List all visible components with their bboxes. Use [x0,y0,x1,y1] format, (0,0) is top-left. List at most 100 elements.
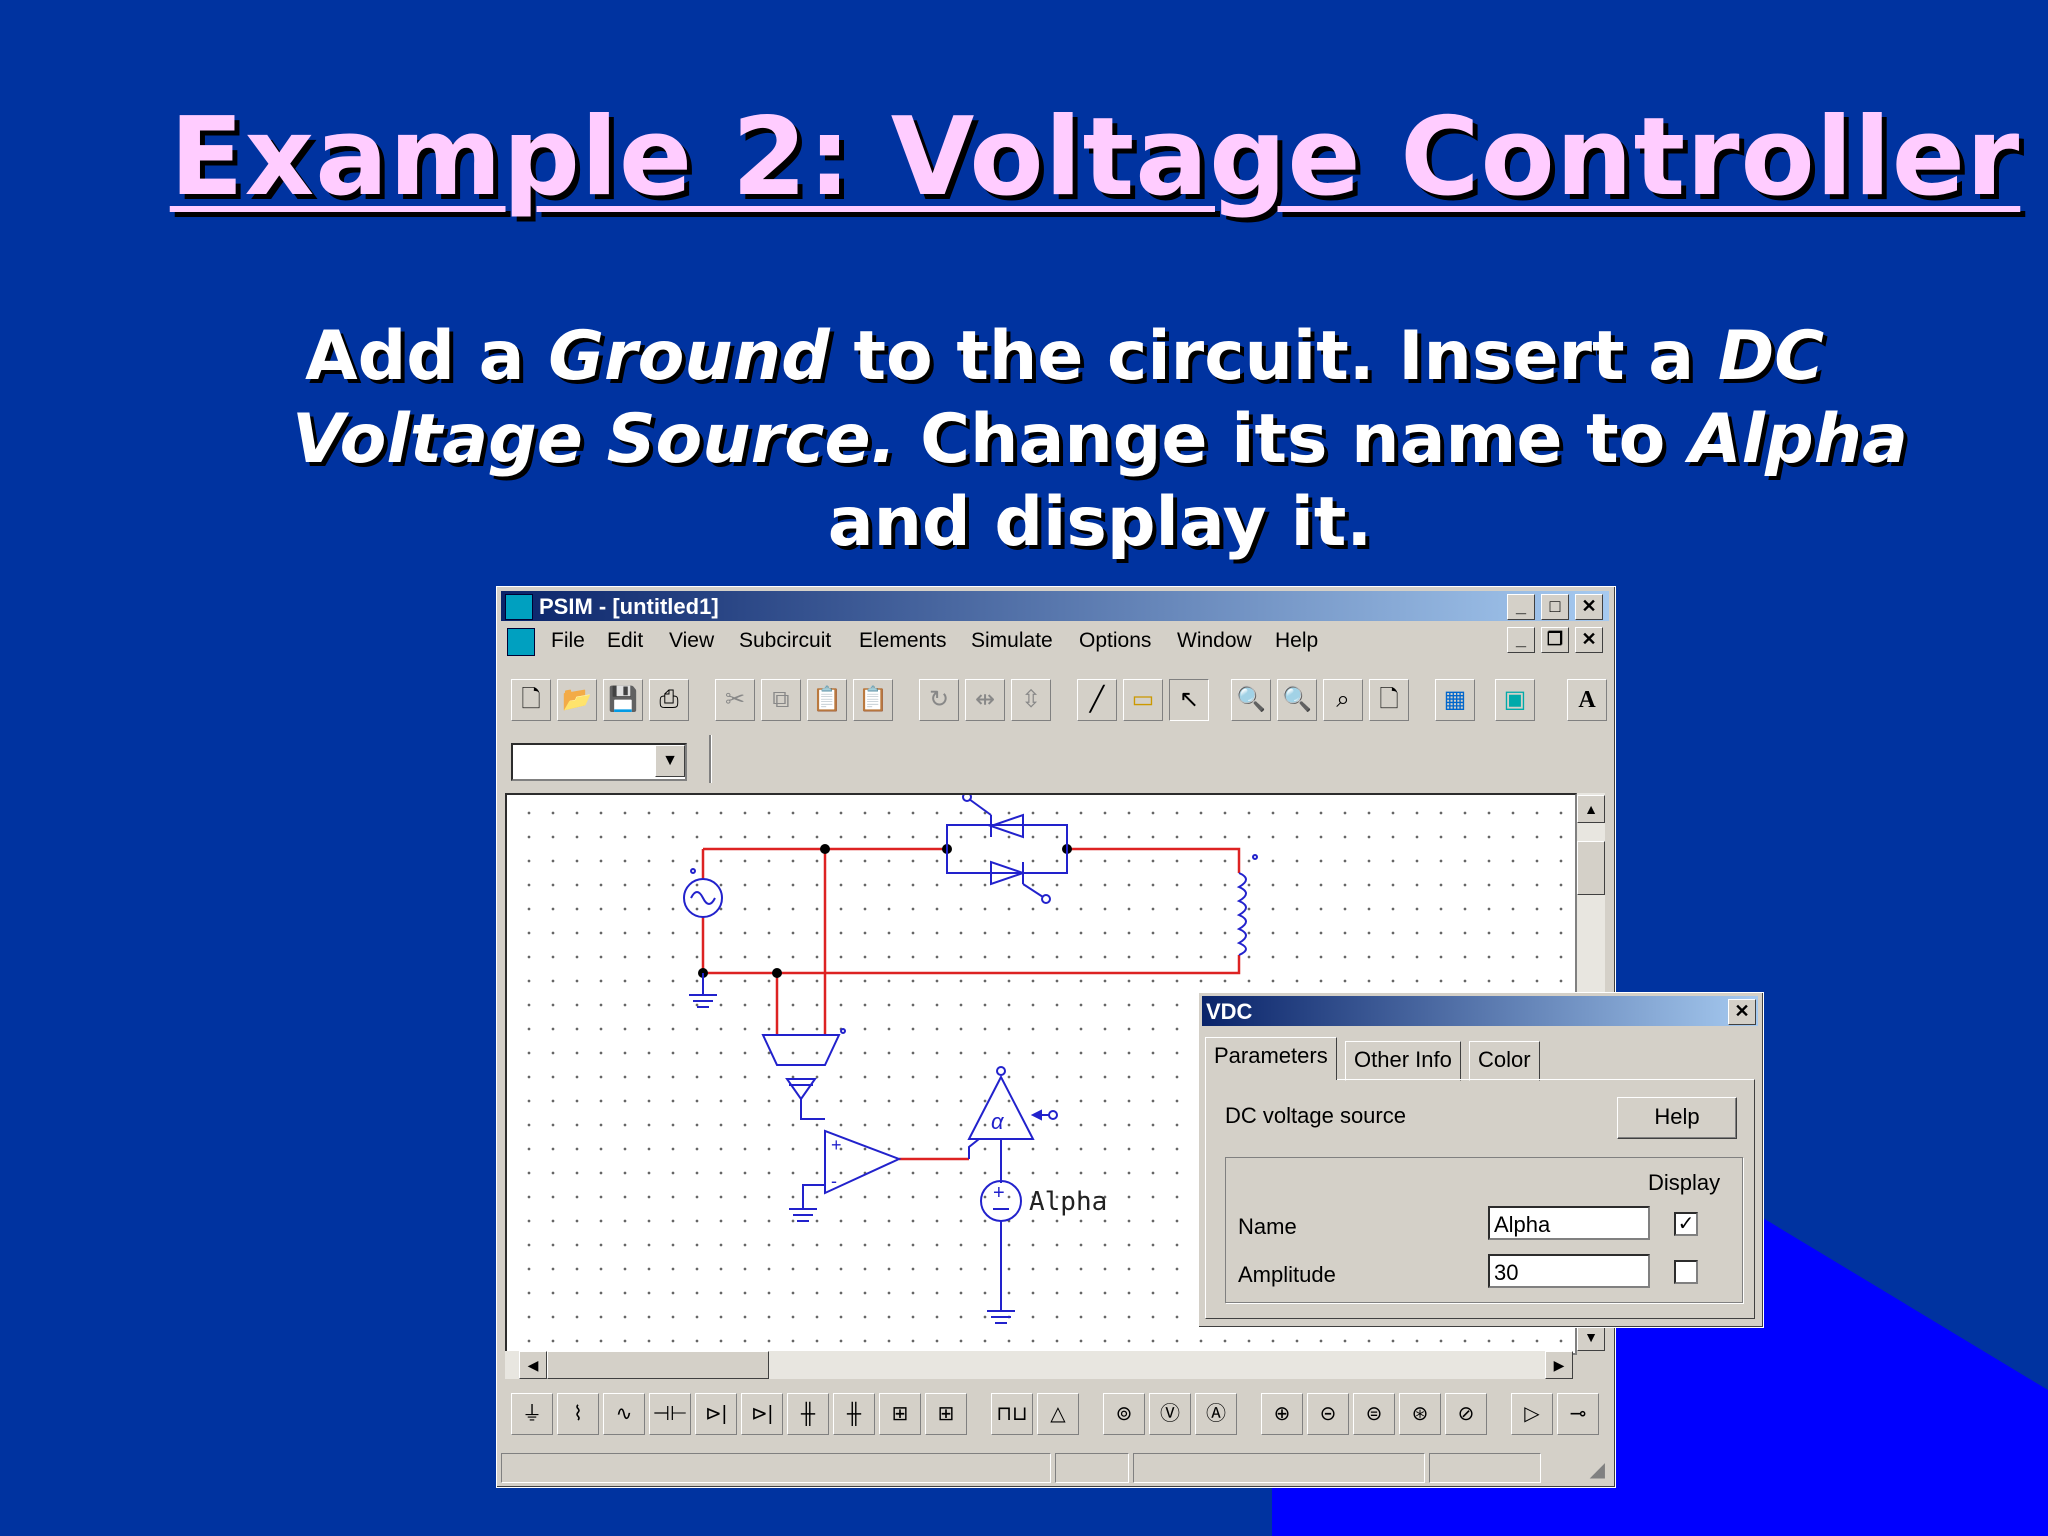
doc-minimize-button[interactable]: _ [1507,627,1535,653]
sensor-icon[interactable]: △ [1037,1393,1079,1435]
doc-close-button[interactable]: ✕ [1575,627,1603,653]
element-combo[interactable]: ▼ [511,743,687,781]
mosfet-icon[interactable]: ╫ [787,1393,829,1435]
tab-color[interactable]: Color [1469,1041,1540,1081]
capacitor-icon[interactable]: ⊣⊢ [649,1393,691,1435]
clipboard-icon[interactable]: 📋 [853,679,893,721]
cut-icon[interactable]: ✂ [715,679,755,721]
divider [709,735,712,783]
select-pointer-icon[interactable]: ↖ [1169,679,1209,721]
page-icon[interactable]: 🗋 [1369,679,1409,721]
tab-other-info[interactable]: Other Info [1345,1041,1461,1081]
horizontal-scrollbar[interactable]: ◀ ▶ [505,1351,1573,1379]
copy-icon[interactable]: ⧉ [761,679,801,721]
menu-bar: File Edit View Subcircuit Elements Simul… [501,625,1609,657]
component-label-alpha[interactable]: Alpha [1029,1187,1107,1217]
rotate-icon[interactable]: ↻ [919,679,959,721]
save-icon[interactable]: 💾 [603,679,643,721]
zoom-out-icon[interactable]: 🔍 [1277,679,1317,721]
main-toolbar: 🗋 📂 💾 ⎙ ✂ ⧉ 📋 📋 ↻ ⇹ ⇳ ╱ ▭ ↖ 🔍 🔍 ⌕ 🗋 ▦ ▣ … [501,677,1609,721]
resize-grip-icon[interactable]: ◢ [1590,1457,1605,1482]
name-label: Name [1238,1214,1297,1239]
flip-tb-icon[interactable]: ⇳ [1011,679,1051,721]
new-file-icon[interactable]: 🗋 [511,679,551,721]
switch-module-icon[interactable]: ⊞ [879,1393,921,1435]
ground-icon[interactable]: ⏚ [511,1393,553,1435]
psim-app-icon [505,594,533,620]
horizontal-scroll-thumb[interactable] [547,1351,769,1379]
chevron-down-icon[interactable]: ▼ [655,745,685,777]
flip-lr-icon[interactable]: ⇹ [965,679,1005,721]
scroll-right-icon[interactable]: ▶ [1545,1351,1573,1379]
scroll-up-icon[interactable]: ▲ [1577,795,1605,823]
op-amp-icon[interactable]: ▷ [1511,1393,1553,1435]
vertical-scroll-thumb[interactable] [1577,841,1605,895]
thyristor-icon[interactable]: ⊳| [741,1393,783,1435]
menu-window[interactable]: Window [1177,629,1252,653]
menu-simulate[interactable]: Simulate [971,629,1053,653]
tab-parameters[interactable]: Parameters [1205,1037,1337,1080]
help-button[interactable]: Help [1617,1097,1737,1139]
diode-icon[interactable]: ⊳| [695,1393,737,1435]
sine-source-icon[interactable]: ⊜ [1353,1393,1395,1435]
element-description: DC voltage source [1225,1103,1406,1128]
status-pane-2 [1055,1453,1129,1483]
menu-help[interactable]: Help [1275,629,1318,653]
square-wave-icon[interactable]: ⊓⊔ [991,1393,1033,1435]
amplitude-display-checkbox[interactable] [1674,1260,1698,1284]
simview-icon[interactable]: ▣ [1495,679,1535,721]
pulse-source-icon[interactable]: ⊛ [1399,1393,1441,1435]
name-display-checkbox[interactable]: ✓ [1674,1212,1698,1236]
amplitude-field[interactable]: 30 [1488,1254,1650,1288]
minimize-button[interactable]: _ [1507,594,1535,620]
menu-edit[interactable]: Edit [607,629,643,653]
step-source-icon[interactable]: ⊘ [1445,1393,1487,1435]
voltage-probe-icon[interactable]: ⊚ [1103,1393,1145,1435]
label-tool-icon[interactable]: ▭ [1123,679,1163,721]
menu-file[interactable]: File [551,629,585,653]
doc-restore-button[interactable]: ❐ [1541,627,1569,653]
igbt-icon[interactable]: ╫ [833,1393,875,1435]
paste-icon[interactable]: 📋 [807,679,847,721]
maximize-button[interactable]: □ [1541,594,1569,620]
text-tool-icon[interactable]: A [1567,679,1607,721]
scroll-left-icon[interactable]: ◀ [519,1351,547,1379]
window-title: PSIM - [untitled1] [539,594,719,619]
wire-tool-icon[interactable]: ╱ [1077,679,1117,721]
ammeter-icon[interactable]: Ⓐ [1195,1393,1237,1435]
inductor-icon[interactable]: ∿ [603,1393,645,1435]
voltmeter-icon[interactable]: Ⓥ [1149,1393,1191,1435]
name-field[interactable]: Alpha [1488,1206,1650,1240]
svg-text:α: α [991,1109,1005,1134]
dialog-close-button[interactable]: ✕ [1728,999,1756,1025]
open-folder-icon[interactable]: 📂 [557,679,597,721]
status-pane-1 [501,1453,1051,1483]
menu-elements[interactable]: Elements [859,629,947,653]
status-bar: ◢ [501,1449,1609,1483]
slide-title: Example 2: Voltage Controller [169,95,2021,220]
status-pane-4 [1429,1453,1541,1483]
status-pane-3 [1133,1453,1425,1483]
run-simulation-icon[interactable]: ▦ [1435,679,1475,721]
menu-subcircuit[interactable]: Subcircuit [739,629,831,653]
dc-source-icon[interactable]: ⊕ [1261,1393,1303,1435]
switch-module-2-icon[interactable]: ⊞ [925,1393,967,1435]
svg-text:-: - [831,1171,837,1191]
parameter-group: Display Name Alpha ✓ Amplitude 30 [1225,1157,1743,1303]
print-icon[interactable]: ⎙ [649,679,689,721]
zoom-fit-icon[interactable]: ⌕ [1323,679,1363,721]
doc-icon[interactable] [507,628,535,656]
resistor-icon[interactable]: ⌇ [557,1393,599,1435]
label-node-icon[interactable]: ⊸ [1557,1393,1599,1435]
ac-source-icon[interactable]: ⊝ [1307,1393,1349,1435]
menu-options[interactable]: Options [1079,629,1151,653]
svg-text:+: + [993,1182,1005,1204]
svg-text:+: + [831,1135,842,1155]
close-button[interactable]: ✕ [1575,594,1603,620]
dialog-title: VDC [1206,999,1253,1024]
vdc-dialog: VDC ✕ Parameters Other Info Color DC vol… [1198,992,1764,1328]
slide-instructions: Add a Ground to the circuit. Insert a DC… [292,317,1908,562]
zoom-in-icon[interactable]: 🔍 [1231,679,1271,721]
title-bar: PSIM - [untitled1] _ □ ✕ [501,591,1609,621]
menu-view[interactable]: View [669,629,714,653]
